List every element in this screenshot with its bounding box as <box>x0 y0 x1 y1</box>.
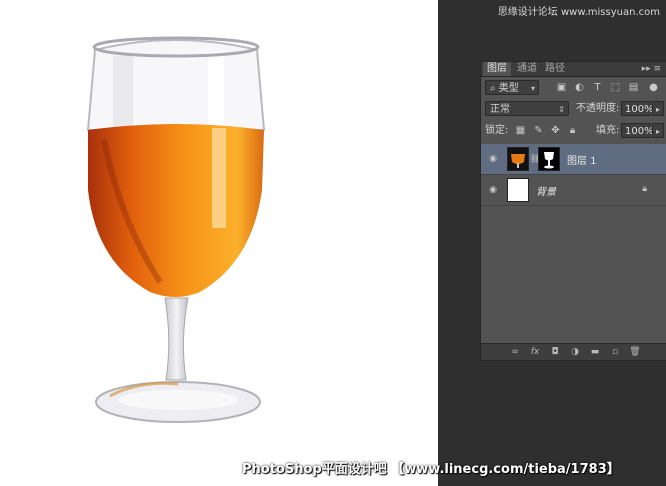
add-mask-icon[interactable]: ◘ <box>549 346 561 358</box>
layer-thumbnail[interactable] <box>507 178 529 202</box>
filter-toggle-icon[interactable]: ● <box>647 81 660 94</box>
smart-object-filter-icon[interactable]: ▤ <box>627 81 640 94</box>
opacity-dropdown-icon[interactable]: ▸ <box>652 101 664 116</box>
layers-panel: 图层 通道 路径 ▸▸ ≡ ⌕ 类型 ▾ ▣ ◐ T ⬚ ▤ ● 正常 ⇕ 不透… <box>480 61 666 361</box>
search-icon: ⌕ <box>490 83 499 94</box>
new-group-icon[interactable]: ▬ <box>589 346 601 358</box>
layers-panel-footer: ∞ fx ◘ ◑ ▬ ▫ 🗑︎ <box>481 343 666 360</box>
layer-name[interactable]: 图层 1 <box>567 152 597 167</box>
new-layer-icon[interactable]: ▫ <box>609 346 621 358</box>
visibility-eye-icon[interactable]: ◉ <box>487 184 499 196</box>
visibility-eye-icon[interactable]: ◉ <box>487 153 499 165</box>
blend-mode-value: 正常 <box>490 104 510 115</box>
layer-style-icon[interactable]: fx <box>529 346 541 358</box>
tab-paths[interactable]: 路径 <box>541 62 569 76</box>
type-filter-icon[interactable]: T <box>591 81 604 94</box>
lock-transparent-pixels-icon[interactable]: ▦ <box>514 124 527 137</box>
panel-menu-icon[interactable]: ▸▸ ≡ <box>642 62 661 76</box>
delete-layer-icon[interactable]: 🗑︎ <box>629 346 641 358</box>
opacity-label: 不透明度: <box>576 103 620 114</box>
watermark-bottom: PhotoShop平面设计吧 【www.linecg.com/tieba/178… <box>242 462 620 477</box>
tab-layers[interactable]: 图层 <box>483 62 511 76</box>
opacity-input[interactable]: 100% <box>621 101 654 116</box>
lock-icon: 🔒︎ <box>642 184 647 194</box>
wine-glass-juice-image <box>86 36 266 423</box>
fill-label: 填充: <box>596 125 620 136</box>
filter-type-select[interactable]: ⌕ 类型 ▾ <box>485 80 539 95</box>
layer-name[interactable]: 背景 <box>536 183 556 198</box>
lock-position-icon[interactable]: ✥ <box>549 124 562 137</box>
document-canvas[interactable] <box>0 0 438 486</box>
layer-thumbnail[interactable] <box>507 147 529 171</box>
watermark-top: 思缘设计论坛 www.missyuan.com <box>497 7 660 18</box>
panel-tab-bar: 图层 通道 路径 ▸▸ ≡ <box>481 62 666 77</box>
adjustment-filter-icon[interactable]: ◐ <box>573 81 586 94</box>
lock-image-pixels-icon[interactable]: ✎ <box>532 124 545 137</box>
new-adjustment-layer-icon[interactable]: ◑ <box>569 346 581 358</box>
blend-row: 正常 ⇕ 不透明度: 100% ▸ <box>481 99 666 119</box>
lock-label: 锁定: <box>485 125 509 136</box>
layer-mask-thumbnail[interactable] <box>538 147 560 171</box>
tab-channels[interactable]: 通道 <box>513 62 541 76</box>
chevron-down-icon: ⇕ <box>558 105 565 114</box>
link-layers-icon[interactable]: ∞ <box>509 346 521 358</box>
filter-row: ⌕ 类型 ▾ ▣ ◐ T ⬚ ▤ ● <box>481 78 666 98</box>
pixel-filter-icon[interactable]: ▣ <box>555 81 568 94</box>
chevron-down-icon: ▾ <box>530 84 535 93</box>
filter-type-label: 类型 <box>498 83 519 94</box>
blend-mode-select[interactable]: 正常 ⇕ <box>485 101 569 116</box>
mask-link-icon[interactable]: ⛓ <box>530 154 540 164</box>
lock-row: 锁定: ▦ ✎ ✥ 🔒︎ 填充: 100% ▸ <box>481 121 666 141</box>
lock-all-icon[interactable]: 🔒︎ <box>566 124 579 137</box>
fill-dropdown-icon[interactable]: ▸ <box>652 123 664 138</box>
shape-filter-icon[interactable]: ⬚ <box>609 81 622 94</box>
fill-input[interactable]: 100% <box>621 123 654 138</box>
layer-row-background[interactable]: ◉ 背景 🔒︎ <box>481 175 666 206</box>
layer-row-layer1[interactable]: ◉ ⛓ 图层 1 <box>481 144 666 175</box>
